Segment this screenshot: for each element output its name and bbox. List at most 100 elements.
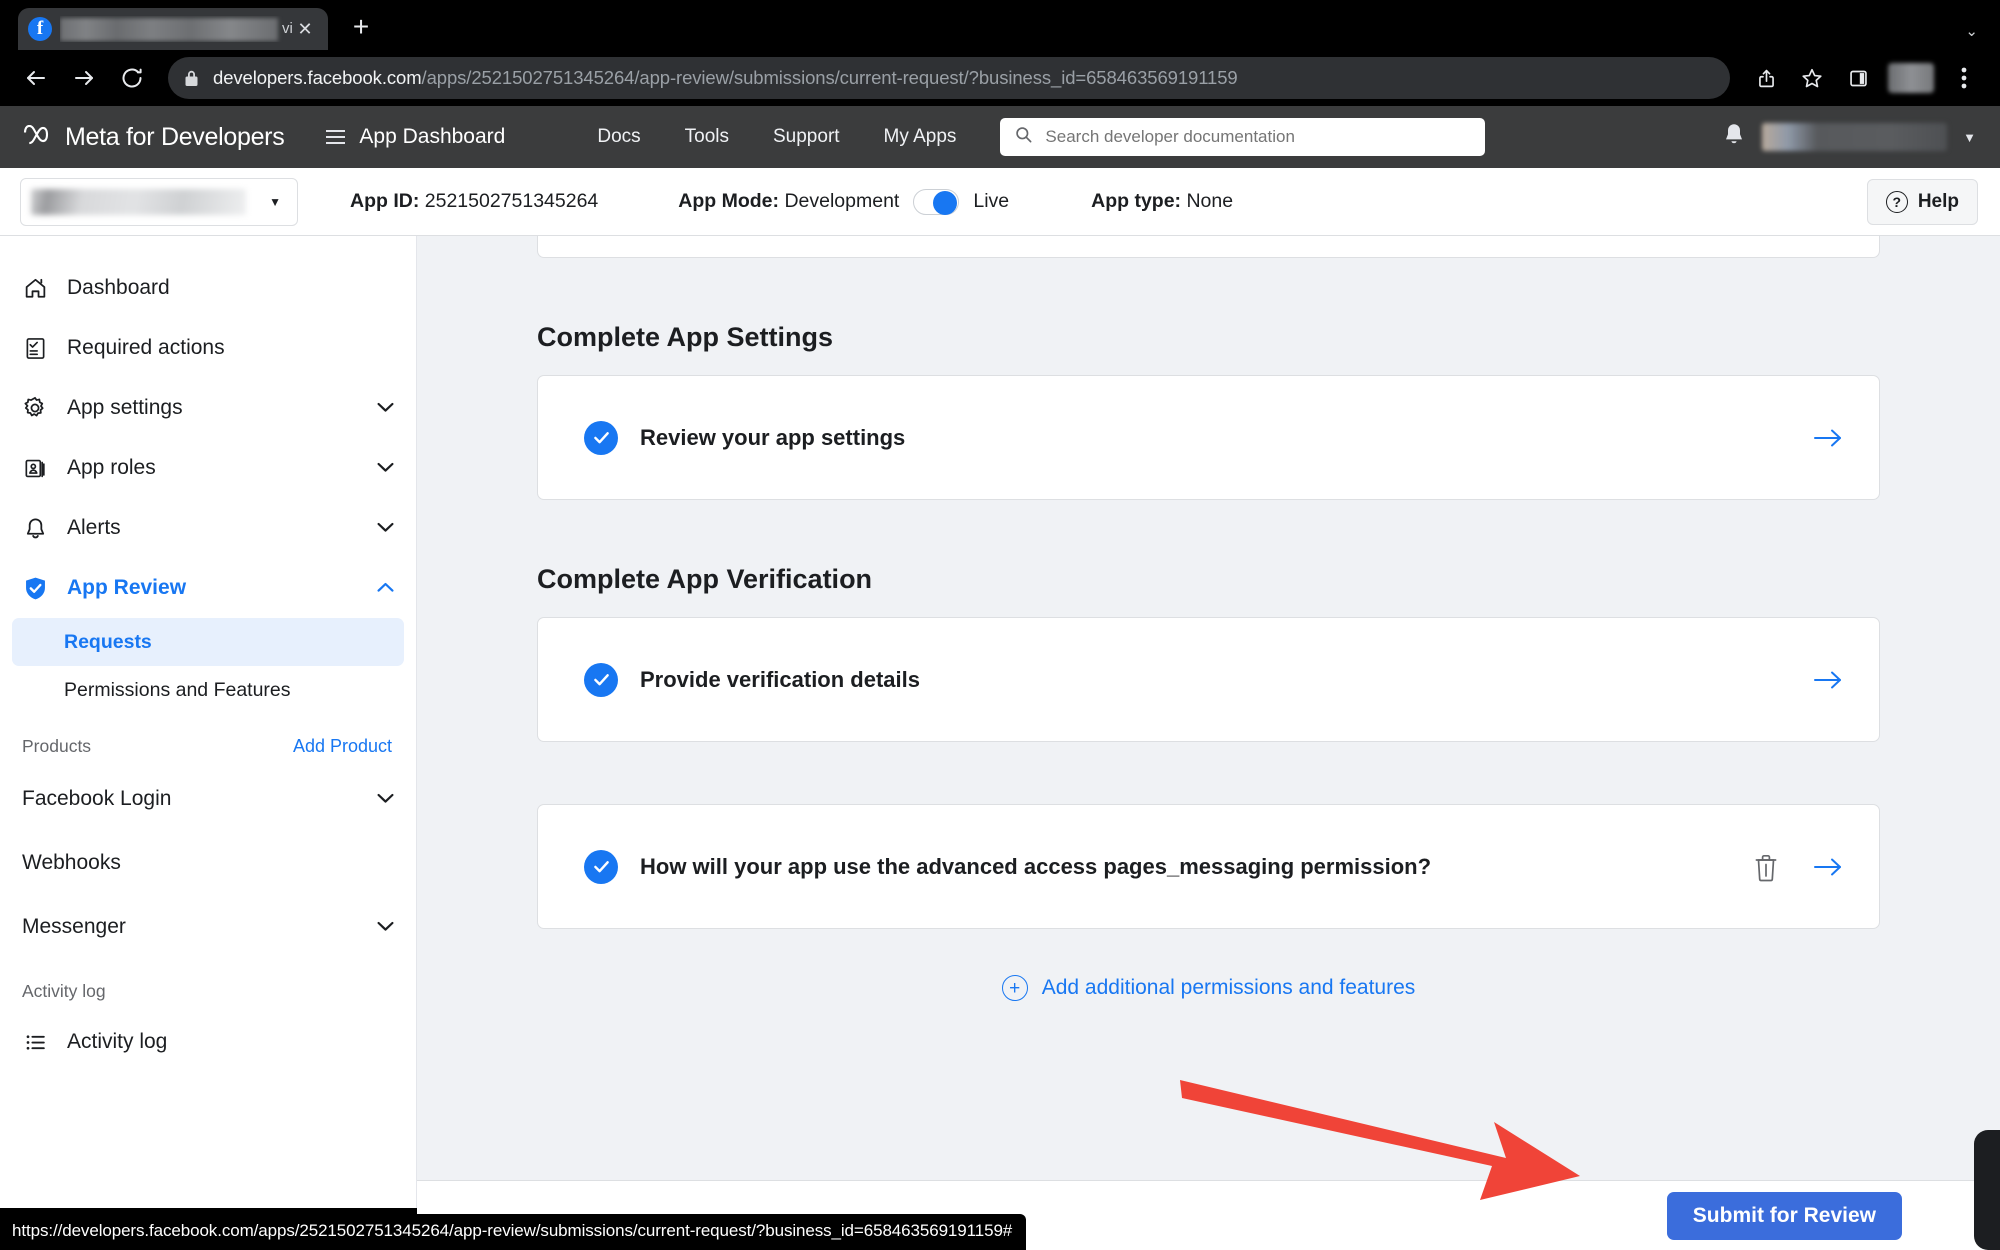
activity-log-section-header: Activity log xyxy=(0,959,416,1012)
content-scroll-area: Complete App Settings Review your app se… xyxy=(417,236,2000,1001)
user-profile-chip[interactable] xyxy=(1762,123,1948,151)
plus-circle-icon: + xyxy=(1001,975,1028,1001)
sidebar-item-facebook-login[interactable]: Facebook Login xyxy=(0,767,416,831)
page-body: Dashboard Required actions App settings xyxy=(0,236,2000,1250)
check-circle-icon xyxy=(584,662,618,697)
sidebar-item-required-actions[interactable]: Required actions xyxy=(0,318,416,378)
sidebar-item-label: Alerts xyxy=(67,516,121,539)
app-mode-value: Development xyxy=(784,190,900,212)
browser-tab[interactable]: f vie vie ✕ xyxy=(18,8,328,50)
products-label: Products xyxy=(22,736,92,756)
app-id-field: App ID: 2521502751345264 xyxy=(350,190,598,213)
side-panel-icon[interactable] xyxy=(1836,56,1880,100)
sidebar-subitem-requests[interactable]: Requests xyxy=(12,618,404,666)
sidebar-item-app-roles[interactable]: App roles xyxy=(0,438,416,498)
chevron-down-icon xyxy=(377,400,394,416)
sidebar-item-alerts[interactable]: Alerts xyxy=(0,498,416,558)
sidebar-item-app-settings[interactable]: App settings xyxy=(0,378,416,438)
card-actions xyxy=(1813,427,1843,449)
add-additional-permissions-link[interactable]: + Add additional permissions and feature… xyxy=(537,975,1880,1001)
submit-for-review-button[interactable]: Submit for Review xyxy=(1666,1191,1902,1240)
app-mode-label: App Mode: xyxy=(678,190,780,212)
close-icon[interactable]: ✕ xyxy=(292,16,318,42)
app-mode-field: App Mode: Development xyxy=(678,190,899,213)
chevron-down-icon[interactable]: ▼ xyxy=(1963,130,1976,145)
edge-overlay-widget[interactable] xyxy=(1974,1130,2000,1250)
sidebar-item-messenger[interactable]: Messenger xyxy=(0,895,416,959)
profile-avatar[interactable] xyxy=(1888,63,1934,93)
search-box[interactable] xyxy=(1000,118,1486,156)
share-icon[interactable] xyxy=(1744,56,1788,100)
app-selector-dropdown[interactable]: ▼ xyxy=(20,177,298,226)
help-button[interactable]: ? Help xyxy=(1866,178,1978,225)
sidebar-item-label: Dashboard xyxy=(67,276,170,299)
activity-log-label: Activity log xyxy=(22,981,106,1001)
sidebar-subitem-permissions-and-features[interactable]: Permissions and Features xyxy=(12,666,404,714)
back-arrow-icon[interactable] xyxy=(14,56,58,100)
nav-docs[interactable]: Docs xyxy=(597,126,640,148)
url-path: /apps/2521502751345264/app-review/submis… xyxy=(421,67,1238,88)
bell-icon xyxy=(20,516,50,541)
add-product-link[interactable]: Add Product xyxy=(293,736,392,757)
main-content: Complete App Settings Review your app se… xyxy=(417,236,2000,1208)
nav-tools[interactable]: Tools xyxy=(685,126,729,148)
reload-icon[interactable] xyxy=(110,56,154,100)
app-dashboard-group[interactable]: App Dashboard xyxy=(326,125,505,149)
trash-icon[interactable] xyxy=(1753,852,1779,882)
shield-check-icon xyxy=(20,575,50,602)
browser-window: f vie vie ✕ + ⌄ developers.facebook.com/… xyxy=(0,0,2000,1250)
sidebar-item-webhooks[interactable]: Webhooks xyxy=(0,831,416,895)
forward-arrow-icon[interactable] xyxy=(62,56,106,100)
bell-icon[interactable] xyxy=(1722,122,1746,153)
meta-header: Meta for Developers App Dashboard Docs T… xyxy=(0,106,2000,168)
app-info-bar: ▼ App ID: 2521502751345264 App Mode: Dev… xyxy=(0,168,2000,236)
tab-title-area: vie vie xyxy=(60,16,292,42)
sidebar-item-label: Webhooks xyxy=(22,851,121,874)
sidebar-item-app-review[interactable]: App Review xyxy=(0,558,416,618)
vertical-scrollbar[interactable] xyxy=(1986,236,2000,1208)
right-arrow-icon[interactable] xyxy=(1813,856,1843,878)
app-name-redaction xyxy=(31,188,246,215)
right-arrow-icon[interactable] xyxy=(1813,427,1843,449)
new-tab-button[interactable]: + xyxy=(340,6,382,48)
chevron-down-icon[interactable]: ⌄ xyxy=(1965,22,1978,40)
nav-support[interactable]: Support xyxy=(773,126,840,148)
gear-icon xyxy=(20,395,50,421)
meta-infinity-icon xyxy=(22,124,56,150)
tab-title-tail: vie xyxy=(282,20,292,37)
id-card-icon xyxy=(20,456,50,481)
sidebar-item-label: Activity log xyxy=(67,1030,168,1053)
search-input[interactable] xyxy=(1045,127,1472,147)
app-id-label: App ID: xyxy=(350,190,420,212)
address-bar[interactable]: developers.facebook.com/apps/25215027513… xyxy=(168,57,1730,99)
url-host: developers.facebook.com xyxy=(213,67,422,88)
app-type-value: None xyxy=(1186,190,1234,212)
check-circle-icon xyxy=(584,849,618,884)
app-dashboard-title: App Dashboard xyxy=(359,125,506,148)
star-icon[interactable] xyxy=(1790,56,1834,100)
task-card[interactable]: Review your app settings xyxy=(537,375,1880,500)
browser-toolbar: developers.facebook.com/apps/25215027513… xyxy=(0,50,2000,106)
sidebar-item-label: App settings xyxy=(67,396,183,419)
sidebar-item-dashboard[interactable]: Dashboard xyxy=(0,258,416,318)
sidebar-subitem-label: Requests xyxy=(64,630,152,653)
permission-card[interactable]: How will your app use the advanced acces… xyxy=(537,804,1880,929)
hamburger-menu-icon[interactable] xyxy=(326,130,346,144)
sidebar-item-label: Required actions xyxy=(67,336,225,359)
previous-card-partial xyxy=(537,236,1880,258)
task-card[interactable]: Provide verification details xyxy=(537,617,1880,742)
check-circle-icon xyxy=(584,420,618,455)
home-icon xyxy=(20,276,50,301)
permission-card-label: How will your app use the advanced acces… xyxy=(640,853,1432,879)
sidebar-item-activity-log[interactable]: Activity log xyxy=(0,1012,416,1072)
three-dot-menu-icon[interactable] xyxy=(1942,56,1986,100)
nav-my-apps[interactable]: My Apps xyxy=(884,126,957,148)
help-label: Help xyxy=(1917,190,1959,212)
right-arrow-icon[interactable] xyxy=(1813,669,1843,691)
live-mode-toggle[interactable] xyxy=(913,188,960,215)
meta-brand-link[interactable]: Meta for Developers xyxy=(22,123,285,152)
sidebar-item-label: App roles xyxy=(67,456,156,479)
sidebar: Dashboard Required actions App settings xyxy=(0,236,417,1208)
lock-icon xyxy=(184,69,199,87)
app-mode-group: App Mode: Development Live xyxy=(678,188,1009,215)
